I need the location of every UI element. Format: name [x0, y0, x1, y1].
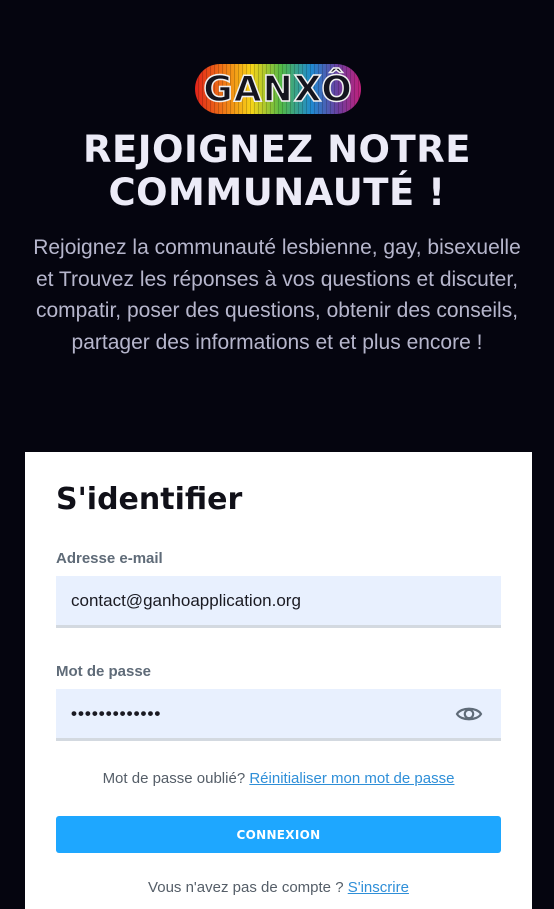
login-card: S'identifier Adresse e-mail contact@ganh… [25, 452, 532, 909]
signup-page: GANXÔ REJOIGNEZ NOTRE COMMUNAUTÉ ! Rejoi… [0, 0, 554, 909]
brand-logo: GANXÔ [195, 64, 361, 114]
intro-text: Rejoignez la communauté lesbienne, gay, … [33, 236, 521, 354]
signup-text: Vous n'avez pas de compte ? [148, 879, 344, 896]
headline-line-2: COMMUNAUTÉ ! [108, 171, 446, 214]
signup-row: Vous n'avez pas de compte ? S'inscrire [25, 879, 532, 896]
signup-link[interactable]: S'inscrire [348, 879, 409, 896]
login-title: S'identifier [56, 482, 243, 517]
password-value: ••••••••••••• [71, 704, 162, 723]
headline-line-1: REJOIGNEZ NOTRE [83, 128, 471, 171]
connexion-button[interactable]: CONNEXION [56, 816, 501, 853]
password-label: Mot de passe [56, 663, 152, 680]
email-field[interactable]: contact@ganhoapplication.org [56, 576, 501, 628]
forgot-password-row: Mot de passe oublié? Réinitialiser mon m… [25, 770, 532, 787]
reset-password-link[interactable]: Réinitialiser mon mot de passe [249, 770, 454, 787]
logo-text: GANXÔ [202, 68, 353, 111]
email-value: contact@ganhoapplication.org [71, 591, 301, 610]
page-headline: REJOIGNEZ NOTRE COMMUNAUTÉ ! [0, 128, 554, 214]
forgot-password-text: Mot de passe oublié? [102, 770, 246, 787]
eye-icon[interactable] [455, 704, 483, 724]
email-label: Adresse e-mail [56, 550, 163, 567]
password-field[interactable]: ••••••••••••• [56, 689, 501, 741]
